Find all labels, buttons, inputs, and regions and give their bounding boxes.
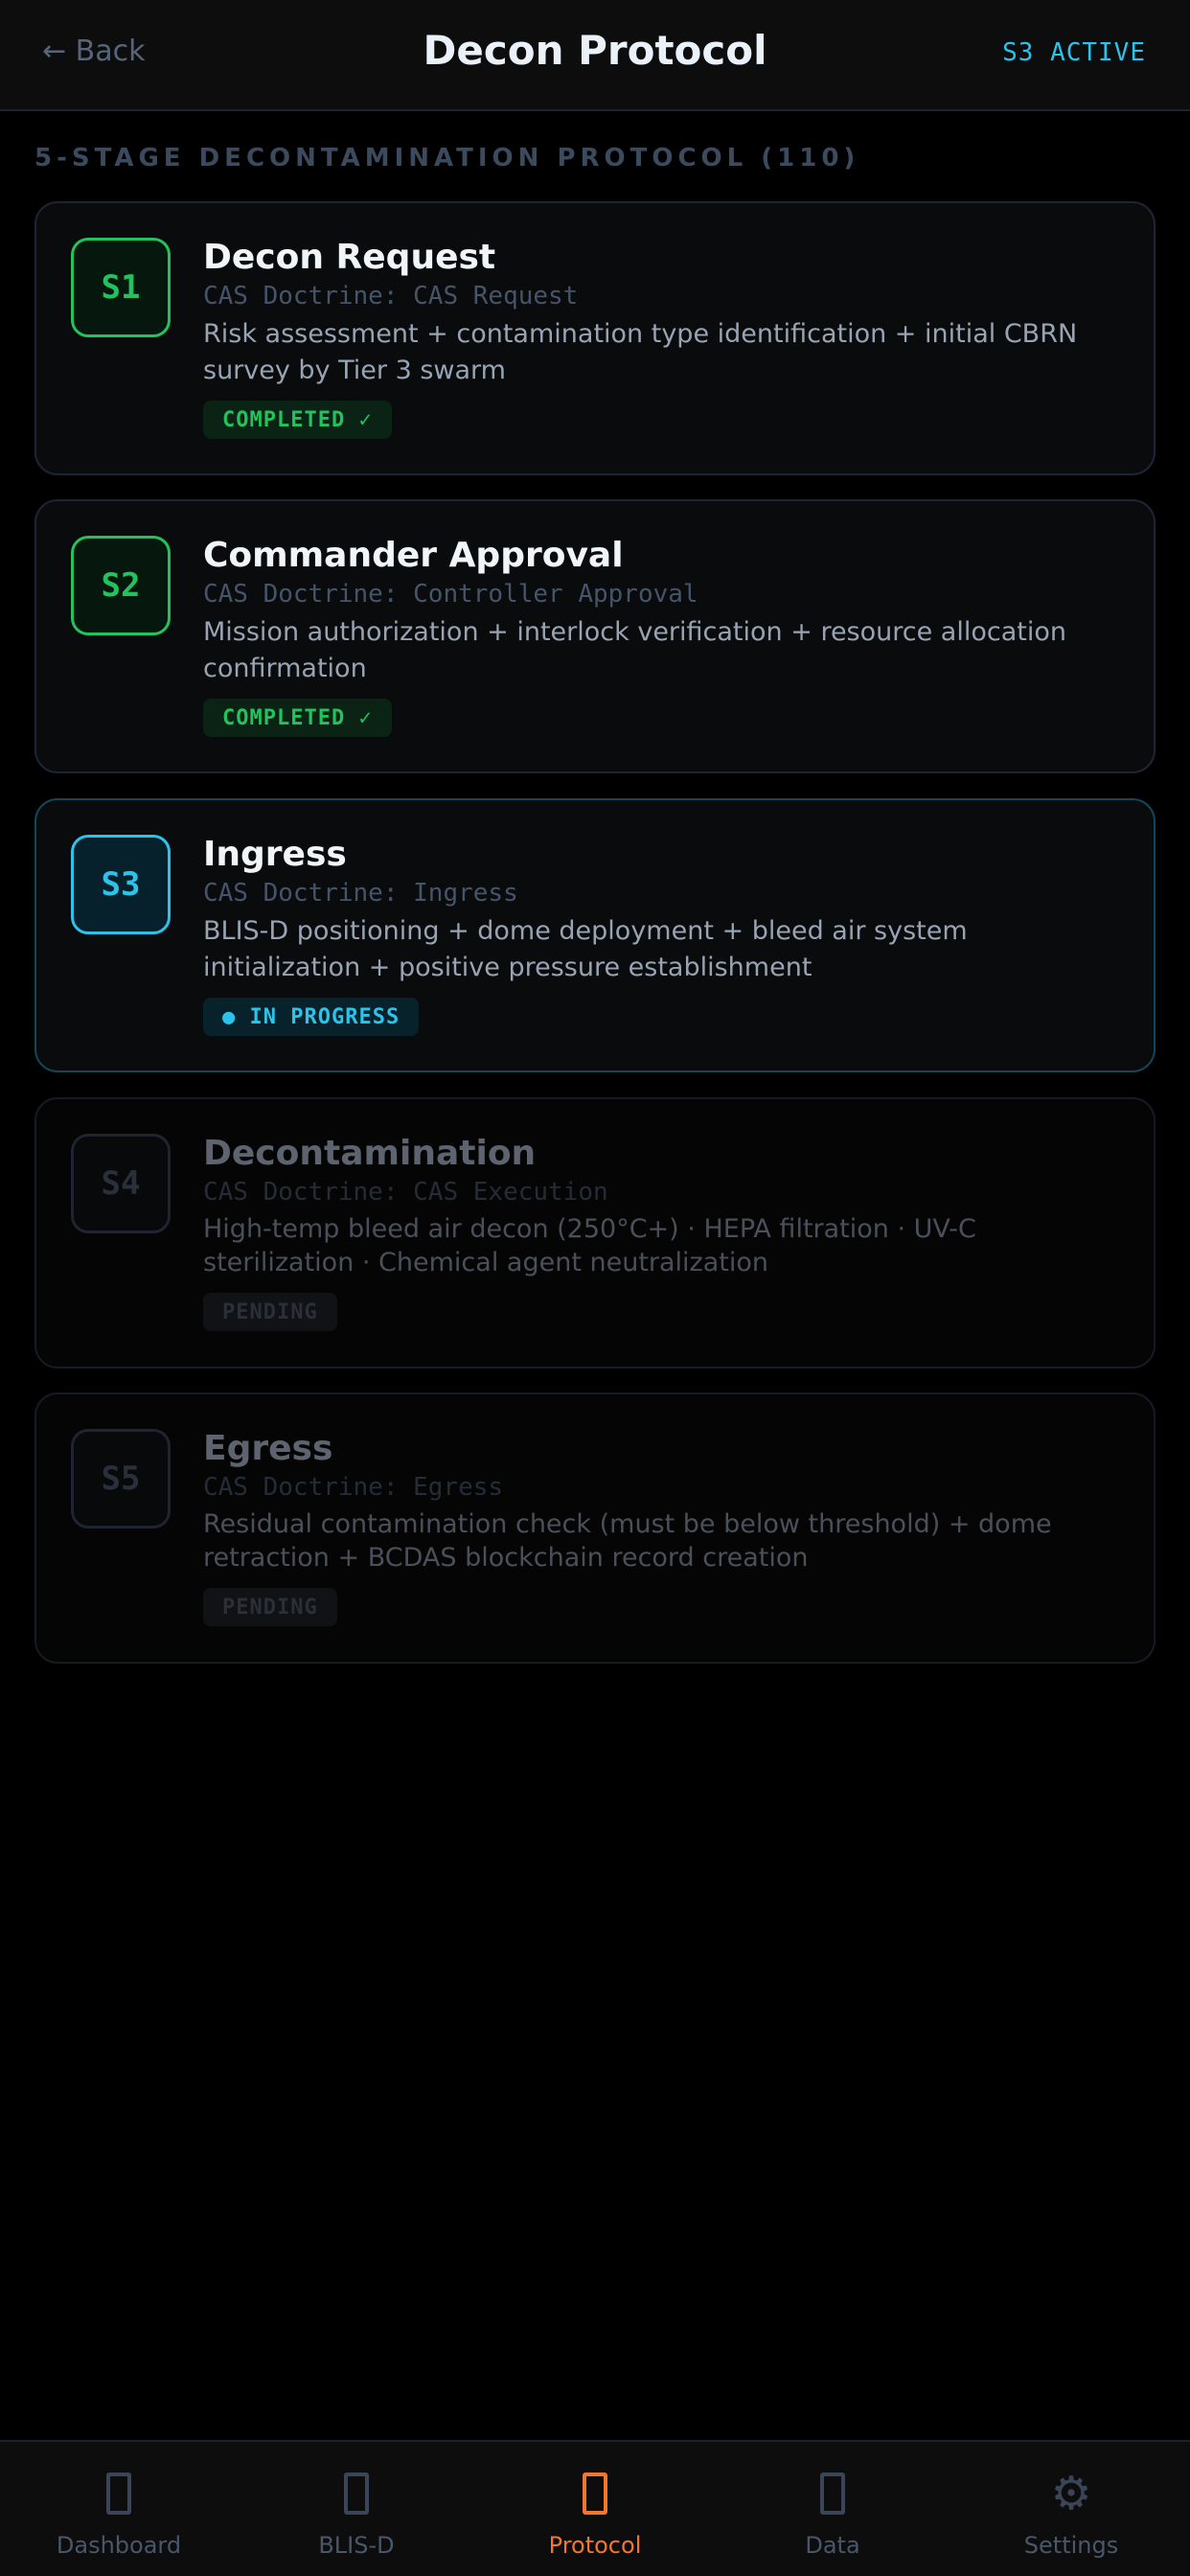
stage-code-badge: S1 [71, 238, 171, 337]
gear-icon: ⚙ [1050, 2467, 1092, 2520]
stage-card-s5[interactable]: S5 Egress CAS Doctrine: Egress Residual … [34, 1392, 1156, 1664]
stage-doctrine: CAS Doctrine: Egress [203, 1473, 504, 1502]
dashboard-icon [0, 2467, 238, 2520]
tab-dashboard[interactable]: Dashboard [0, 2442, 238, 2576]
stage-doctrine: CAS Doctrine: Ingress [203, 879, 518, 908]
status-badge: PENDING [203, 1588, 337, 1626]
stage-title: Ingress [203, 835, 347, 874]
tab-label: Settings [1023, 2532, 1119, 2559]
data-icon [714, 2467, 951, 2520]
stage-title: Decon Request [203, 238, 496, 277]
bottom-tab-bar: Dashboard BLIS-D Protocol Data ⚙ Setting… [0, 2440, 1190, 2576]
stage-code-badge: S3 [71, 835, 171, 934]
stage-doctrine: CAS Doctrine: CAS Request [203, 282, 579, 310]
stage-code-badge: S4 [71, 1134, 171, 1233]
stage-title: Commander Approval [203, 536, 624, 575]
stage-doctrine: CAS Doctrine: CAS Execution [203, 1178, 608, 1207]
stage-title: Decontamination [203, 1134, 537, 1173]
stage-description: Risk assessment + contamination type ide… [203, 319, 1078, 385]
stage-card-s4[interactable]: S4 Decontamination CAS Doctrine: CAS Exe… [34, 1097, 1156, 1368]
tab-label: Protocol [548, 2532, 642, 2559]
blis-d-icon [238, 2467, 475, 2520]
status-badge: COMPLETED ✓ [203, 401, 392, 439]
stage-card-s3[interactable]: S3 Ingress CAS Doctrine: Ingress BLIS-D … [34, 798, 1156, 1072]
tab-blis-d[interactable]: BLIS-D [238, 2442, 475, 2576]
tab-protocol[interactable]: Protocol [476, 2442, 714, 2576]
status-badge: PENDING [203, 1293, 337, 1331]
stage-code-badge: S5 [71, 1429, 171, 1529]
stage-description: Residual contamination check (must be be… [203, 1509, 1052, 1573]
tab-settings[interactable]: ⚙ Settings [952, 2442, 1190, 2576]
header: ← Back Decon Protocol S3 ACTIVE [0, 0, 1190, 111]
stage-card-s1[interactable]: S1 Decon Request CAS Doctrine: CAS Reque… [34, 201, 1156, 475]
tab-label: Dashboard [56, 2532, 182, 2559]
stage-code-badge: S2 [71, 536, 171, 635]
active-stage-badge: S3 ACTIVE [1002, 38, 1146, 67]
tab-label: Data [805, 2532, 860, 2559]
protocol-icon [476, 2467, 714, 2520]
stage-title: Egress [203, 1429, 333, 1468]
section-title: 5-STAGE DECONTAMINATION PROTOCOL (110) [34, 144, 860, 172]
tab-label: BLIS-D [318, 2532, 395, 2559]
stage-doctrine: CAS Doctrine: Controller Approval [203, 580, 698, 609]
stage-card-s2[interactable]: S2 Commander Approval CAS Doctrine: Cont… [34, 499, 1156, 773]
stage-description: BLIS-D positioning + dome deployment + b… [203, 916, 968, 982]
stage-description: Mission authorization + interlock verifi… [203, 617, 1066, 683]
status-badge: ● IN PROGRESS [203, 998, 420, 1036]
status-badge: COMPLETED ✓ [203, 699, 392, 737]
tab-data[interactable]: Data [714, 2442, 951, 2576]
stage-description: High-temp bleed air decon (250°C+) · HEP… [203, 1214, 976, 1277]
